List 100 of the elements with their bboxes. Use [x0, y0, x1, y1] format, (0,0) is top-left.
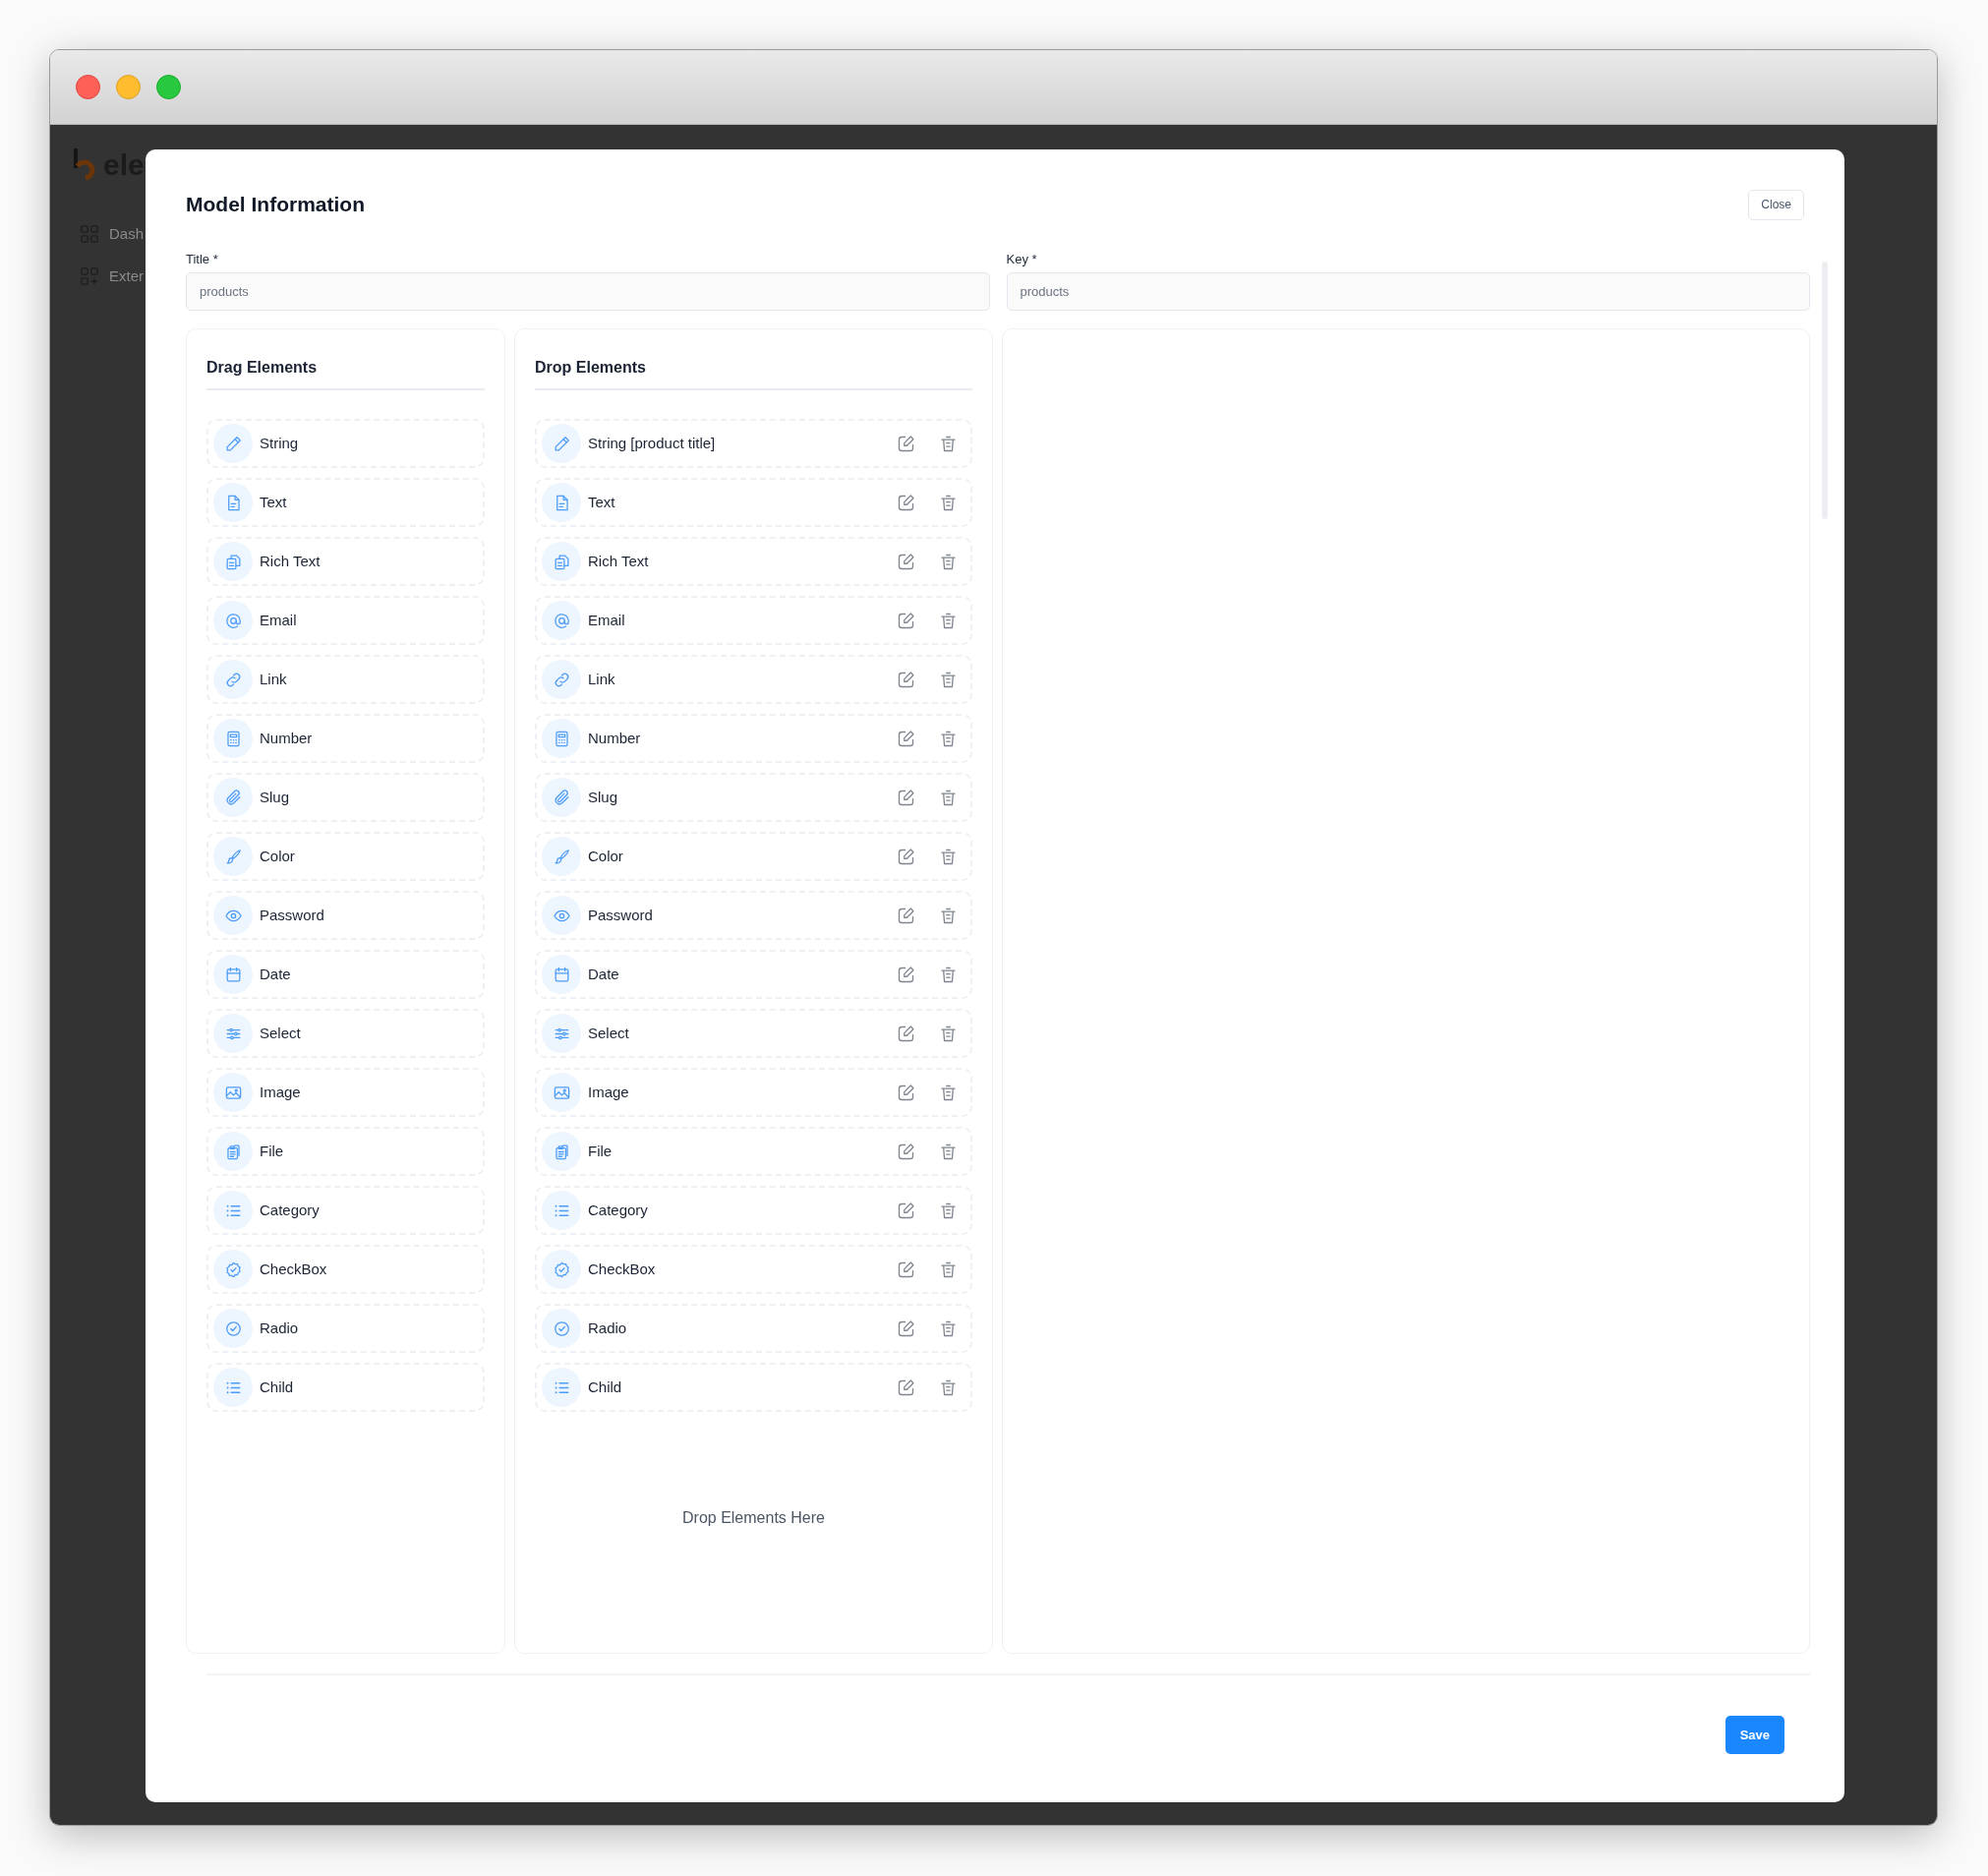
- field-row[interactable]: Color: [535, 832, 972, 881]
- field-row[interactable]: Password: [535, 891, 972, 940]
- clipboard-icon: [213, 1132, 253, 1171]
- field-row[interactable]: Slug: [535, 773, 972, 822]
- item-label: Radio: [588, 1318, 628, 1338]
- draggable-item[interactable]: Color: [206, 832, 485, 881]
- field-row[interactable]: Image: [535, 1068, 972, 1117]
- item-label: Password: [588, 905, 654, 925]
- draggable-item[interactable]: Link: [206, 655, 485, 704]
- draggable-item[interactable]: Slug: [206, 773, 485, 822]
- item-label: Link: [588, 669, 616, 689]
- item-label: Date: [260, 964, 292, 984]
- draggable-item[interactable]: Child: [206, 1363, 485, 1412]
- panel-heading: Drop Elements: [535, 329, 972, 390]
- item-label: Color: [588, 846, 624, 866]
- field-row[interactable]: Text: [535, 478, 972, 527]
- image-icon: [542, 1073, 581, 1112]
- check-circle-icon: [542, 1309, 581, 1348]
- item-label: Text: [260, 492, 288, 512]
- field-row[interactable]: String [product title]: [535, 419, 972, 468]
- item-label: File: [260, 1141, 285, 1161]
- item-label: Color: [260, 846, 296, 866]
- item-label: Password: [260, 905, 325, 925]
- field-label: Key *: [1006, 252, 1038, 267]
- field-row[interactable]: Select: [535, 1009, 972, 1058]
- save-button[interactable]: Save: [1725, 1716, 1784, 1754]
- draggable-item[interactable]: Category: [206, 1186, 485, 1235]
- draggable-item[interactable]: Email: [206, 596, 485, 645]
- field-label: Title *: [186, 252, 219, 267]
- item-label: Rich Text: [588, 551, 650, 571]
- item-label: Image: [260, 1082, 302, 1102]
- close-button[interactable]: Close: [1748, 189, 1804, 220]
- paperclip-icon: [542, 778, 581, 817]
- draggable-item[interactable]: Rich Text: [206, 537, 485, 586]
- item-label: Number: [588, 728, 642, 748]
- calendar-icon: [213, 955, 253, 994]
- field-row[interactable]: Rich Text: [535, 537, 972, 586]
- calculator-icon: [213, 719, 253, 758]
- item-label: Number: [260, 728, 314, 748]
- draggable-item[interactable]: Select: [206, 1009, 485, 1058]
- sliders-icon: [542, 1014, 581, 1053]
- field-row[interactable]: CheckBox: [535, 1245, 972, 1294]
- field-row[interactable]: Child: [535, 1363, 972, 1412]
- item-label: File: [588, 1141, 614, 1161]
- input-field[interactable]: products: [186, 272, 990, 311]
- item-label: Text: [588, 492, 616, 512]
- field-row[interactable]: Number: [535, 714, 972, 763]
- item-label: String: [260, 433, 300, 453]
- eye-icon: [542, 896, 581, 935]
- sidebar-item[interactable]: Dash: [109, 223, 145, 246]
- paperclip-icon: [213, 778, 253, 817]
- draggable-item[interactable]: Radio: [206, 1304, 485, 1353]
- item-label: Select: [588, 1023, 630, 1043]
- field-row[interactable]: Radio: [535, 1304, 972, 1353]
- logo-icon: [72, 147, 97, 182]
- list-icon: [542, 1368, 581, 1407]
- zoom-button[interactable]: [156, 75, 181, 99]
- item-label: Email: [260, 610, 298, 630]
- modal-title: Model Information: [186, 192, 365, 218]
- item-label: Image: [588, 1082, 630, 1102]
- brush-icon: [542, 837, 581, 876]
- input-field[interactable]: products: [1006, 272, 1810, 311]
- draggable-item[interactable]: Text: [206, 478, 485, 527]
- field-row[interactable]: File: [535, 1127, 972, 1176]
- drop-hint: Drop Elements Here: [681, 1508, 826, 1528]
- item-label: Select: [260, 1023, 302, 1043]
- draggable-item[interactable]: Password: [206, 891, 485, 940]
- item-label: CheckBox: [260, 1259, 328, 1279]
- eye-icon: [213, 896, 253, 935]
- draggable-item[interactable]: Date: [206, 950, 485, 999]
- item-label: Rich Text: [260, 551, 322, 571]
- copy-icon: [213, 542, 253, 581]
- image-icon: [213, 1073, 253, 1112]
- field-row[interactable]: Link: [535, 655, 972, 704]
- item-label: CheckBox: [588, 1259, 657, 1279]
- item-label: Date: [588, 964, 620, 984]
- draggable-item[interactable]: String: [206, 419, 485, 468]
- brush-icon: [213, 837, 253, 876]
- field-row[interactable]: Category: [535, 1186, 972, 1235]
- at-sign-icon: [213, 601, 253, 640]
- item-label: String [product title]: [588, 433, 717, 453]
- badge-check-icon: [542, 1250, 581, 1289]
- item-label: Category: [260, 1200, 321, 1220]
- item-label: Category: [588, 1200, 649, 1220]
- draggable-item[interactable]: Image: [206, 1068, 485, 1117]
- draggable-item[interactable]: Number: [206, 714, 485, 763]
- draggable-item[interactable]: File: [206, 1127, 485, 1176]
- document-icon: [542, 483, 581, 522]
- item-label: Slug: [260, 787, 291, 807]
- sliders-icon: [213, 1014, 253, 1053]
- sidebar-item[interactable]: Exter: [109, 264, 144, 287]
- calendar-icon: [542, 955, 581, 994]
- draggable-item[interactable]: CheckBox: [206, 1245, 485, 1294]
- link-icon: [213, 660, 253, 699]
- link-icon: [542, 660, 581, 699]
- at-sign-icon: [542, 601, 581, 640]
- list-icon: [213, 1368, 253, 1407]
- close-button[interactable]: [76, 75, 100, 99]
- field-row[interactable]: Date: [535, 950, 972, 999]
- field-row[interactable]: Email: [535, 596, 972, 645]
